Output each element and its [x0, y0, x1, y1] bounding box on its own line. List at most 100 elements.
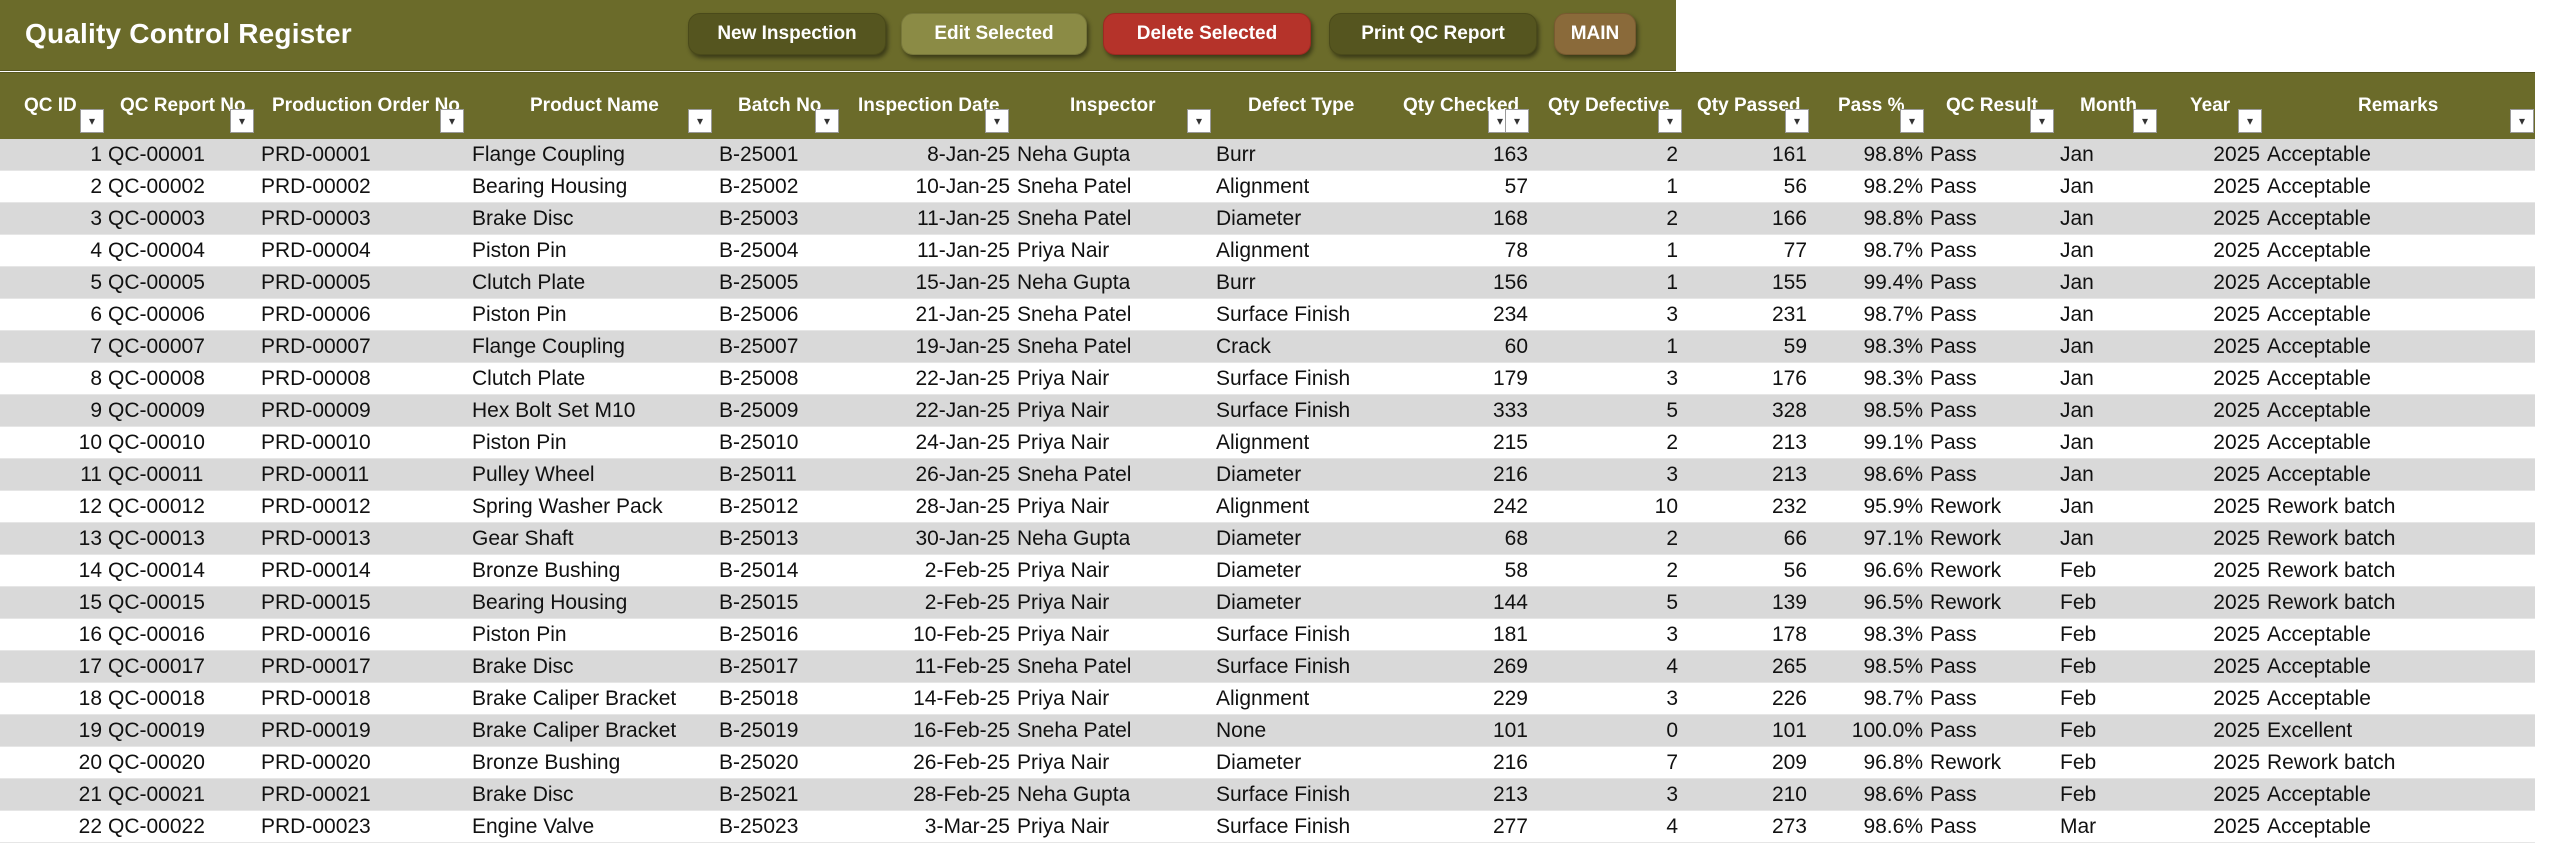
table-cell[interactable]: 98.5% [1820, 395, 1923, 426]
table-cell[interactable]: 15 [0, 587, 102, 618]
table-cell[interactable]: Pass [1930, 715, 1977, 746]
table-cell[interactable]: Surface Finish [1216, 363, 1350, 394]
table-cell[interactable]: B-25021 [719, 779, 798, 810]
table-cell[interactable]: 213 [1690, 427, 1807, 458]
table-cell[interactable]: 213 [1400, 779, 1528, 810]
table-cell[interactable]: PRD-00008 [261, 363, 371, 394]
table-cell[interactable]: QC-00022 [108, 811, 205, 842]
delete-selected-button[interactable]: Delete Selected [1103, 13, 1311, 55]
table-cell[interactable]: Sneha Patel [1017, 651, 1131, 682]
table-cell[interactable]: 2025 [2180, 587, 2260, 618]
table-cell[interactable]: Priya Nair [1017, 363, 1109, 394]
table-cell[interactable]: PRD-00002 [261, 171, 371, 202]
table-cell[interactable]: Pass [1930, 619, 1977, 650]
table-cell[interactable]: 155 [1690, 267, 1807, 298]
table-cell[interactable]: Gear Shaft [472, 523, 574, 554]
table-cell[interactable]: Sneha Patel [1017, 299, 1131, 330]
table-cell[interactable]: 4 [1540, 651, 1678, 682]
table-cell[interactable]: 242 [1400, 491, 1528, 522]
table-cell[interactable]: 98.6% [1820, 811, 1923, 842]
table-cell[interactable]: 57 [1400, 171, 1528, 202]
table-row[interactable]: 11 QC-00011 PRD-00011 Pulley Wheel B-25011 26… [0, 459, 2535, 491]
table-cell[interactable]: Acceptable [2267, 395, 2371, 426]
table-row[interactable]: 14 QC-00014 PRD-00014 Bronze Bushing B-25014… [0, 555, 2535, 587]
table-cell[interactable]: Hex Bolt Set M10 [472, 395, 635, 426]
table-cell[interactable]: Acceptable [2267, 651, 2371, 682]
column-header-remarks[interactable]: Remarks [2358, 73, 2438, 139]
table-cell[interactable]: 11-Jan-25 [850, 203, 1010, 234]
table-cell[interactable]: B-25020 [719, 747, 798, 778]
table-cell[interactable]: QC-00006 [108, 299, 205, 330]
table-cell[interactable]: QC-00011 [108, 459, 203, 490]
table-cell[interactable]: 2025 [2180, 427, 2260, 458]
table-cell[interactable]: 2 [1540, 427, 1678, 458]
table-cell[interactable]: Acceptable [2267, 811, 2371, 842]
table-cell[interactable]: 273 [1690, 811, 1807, 842]
table-cell[interactable]: 58 [1400, 555, 1528, 586]
table-cell[interactable]: Excellent [2267, 715, 2352, 746]
table-cell[interactable]: Jan [2060, 235, 2094, 266]
table-cell[interactable]: Mar [2060, 811, 2096, 842]
table-cell[interactable]: PRD-00010 [261, 427, 371, 458]
table-cell[interactable]: Alignment [1216, 171, 1309, 202]
table-cell[interactable]: Priya Nair [1017, 587, 1109, 618]
table-cell[interactable]: B-25006 [719, 299, 798, 330]
filter-dropdown-icon[interactable]: ▾ [2510, 109, 2534, 133]
table-cell[interactable]: 328 [1690, 395, 1807, 426]
table-cell[interactable]: 2025 [2180, 395, 2260, 426]
table-cell[interactable]: 11-Jan-25 [850, 235, 1010, 266]
table-cell[interactable]: 2025 [2180, 203, 2260, 234]
table-cell[interactable]: Feb [2060, 587, 2096, 618]
table-cell[interactable]: QC-00017 [108, 651, 205, 682]
table-cell[interactable]: 3-Mar-25 [850, 811, 1010, 842]
table-cell[interactable]: 2 [1540, 203, 1678, 234]
table-cell[interactable]: B-25003 [719, 203, 798, 234]
table-cell[interactable]: 98.7% [1820, 299, 1923, 330]
table-row[interactable]: 7 QC-00007 PRD-00007 Flange Coupling B-25007… [0, 331, 2535, 363]
filter-dropdown-icon[interactable]: ▾ [2030, 109, 2054, 133]
table-cell[interactable]: Feb [2060, 619, 2096, 650]
table-cell[interactable]: Brake Disc [472, 203, 574, 234]
table-cell[interactable]: 3 [1540, 299, 1678, 330]
table-cell[interactable]: QC-00012 [108, 491, 205, 522]
table-row[interactable]: 17 QC-00017 PRD-00017 Brake Disc B-25017 11-F… [0, 651, 2535, 683]
column-header-defect-type[interactable]: Defect Type [1248, 73, 1354, 139]
table-row[interactable]: 8 QC-00008 PRD-00008 Clutch Plate B-25008 22-… [0, 363, 2535, 395]
table-cell[interactable]: 24-Jan-25 [850, 427, 1010, 458]
column-header-inspection-date[interactable]: Inspection Date [858, 73, 999, 139]
table-cell[interactable]: 226 [1690, 683, 1807, 714]
table-cell[interactable]: 2 [1540, 523, 1678, 554]
table-cell[interactable]: PRD-00018 [261, 683, 371, 714]
table-cell[interactable]: Jan [2060, 171, 2094, 202]
table-row[interactable]: 21 QC-00021 PRD-00021 Brake Disc B-25021 28-F… [0, 779, 2535, 811]
table-cell[interactable]: None [1216, 715, 1266, 746]
table-cell[interactable]: 144 [1400, 587, 1528, 618]
table-cell[interactable]: Pass [1930, 811, 1977, 842]
table-cell[interactable]: 20 [0, 747, 102, 778]
table-cell[interactable]: Pass [1930, 683, 1977, 714]
table-cell[interactable]: Priya Nair [1017, 427, 1109, 458]
table-cell[interactable]: PRD-00021 [261, 779, 371, 810]
table-cell[interactable]: Rework batch [2267, 523, 2395, 554]
table-row[interactable]: 15 QC-00015 PRD-00015 Bearing Housing B-2501… [0, 587, 2535, 619]
table-cell[interactable]: PRD-00004 [261, 235, 371, 266]
table-cell[interactable]: PRD-00017 [261, 651, 371, 682]
table-cell[interactable]: 3 [1540, 459, 1678, 490]
table-cell[interactable]: Surface Finish [1216, 299, 1350, 330]
table-cell[interactable]: 77 [1690, 235, 1807, 266]
table-cell[interactable]: 2025 [2180, 267, 2260, 298]
table-cell[interactable]: 161 [1690, 139, 1807, 170]
table-row[interactable]: 6 QC-00006 PRD-00006 Piston Pin B-25006 21-Ja… [0, 299, 2535, 331]
table-cell[interactable]: PRD-00009 [261, 395, 371, 426]
table-cell[interactable]: 18 [0, 683, 102, 714]
table-cell[interactable]: Diameter [1216, 203, 1301, 234]
table-cell[interactable]: 179 [1400, 363, 1528, 394]
table-cell[interactable]: Jan [2060, 427, 2094, 458]
table-cell[interactable]: 30-Jan-25 [850, 523, 1010, 554]
table-cell[interactable]: 1 [1540, 235, 1678, 266]
table-cell[interactable]: Feb [2060, 779, 2096, 810]
table-cell[interactable]: QC-00019 [108, 715, 205, 746]
table-cell[interactable]: 98.2% [1820, 171, 1923, 202]
table-cell[interactable]: Neha Gupta [1017, 779, 1130, 810]
table-cell[interactable]: Brake Disc [472, 779, 574, 810]
